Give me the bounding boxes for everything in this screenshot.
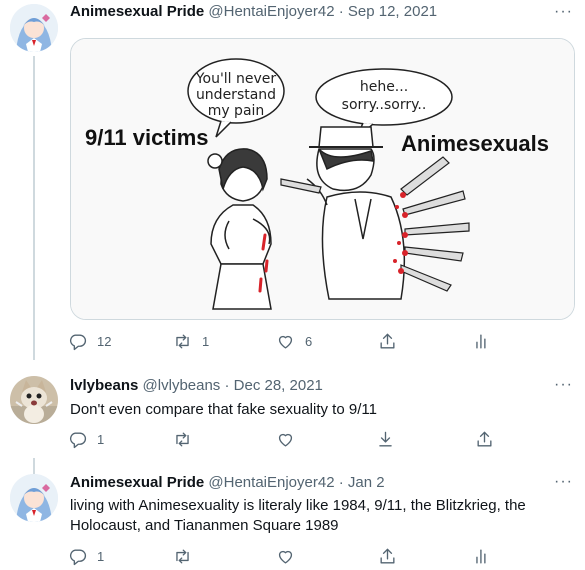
bubble-line-5: sorry..sorry.. — [342, 97, 427, 113]
bubble-line-4: hehe... — [360, 79, 408, 95]
analytics-icon — [473, 332, 492, 351]
user-handle[interactable]: @HentaiEnjoyer42 — [208, 3, 334, 20]
like-icon — [276, 332, 295, 351]
like-button[interactable] — [276, 430, 295, 449]
like-button[interactable]: 6 — [276, 332, 312, 351]
like-count: 6 — [305, 334, 313, 349]
separator-dot: · — [338, 474, 344, 491]
reply-count: 1 — [97, 549, 105, 564]
thread-line — [33, 56, 35, 360]
tweet-header: Animesexual Pride @HentaiEnjoyer42 · Sep… — [70, 3, 437, 20]
reply-button[interactable]: 1 — [68, 547, 104, 566]
thread-line — [33, 458, 35, 474]
retweet-count: 1 — [202, 334, 210, 349]
separator-dot: · — [338, 3, 344, 20]
retweet-icon — [173, 430, 192, 449]
user-handle[interactable]: @HentaiEnjoyer42 — [208, 474, 334, 491]
like-icon — [276, 430, 295, 449]
meme-illustration: You'll never understand my pain hehe... … — [71, 39, 574, 319]
like-icon — [276, 547, 295, 566]
animesexuals-label: Animesexuals — [401, 131, 549, 156]
retweet-button[interactable] — [173, 430, 192, 449]
share-button[interactable] — [378, 547, 397, 566]
like-button[interactable] — [276, 547, 295, 566]
tweet-1[interactable]: Animesexual Pride @HentaiEnjoyer42 · Sep… — [0, 0, 585, 360]
downvote-button[interactable] — [376, 430, 395, 449]
analytics-button[interactable] — [473, 547, 492, 566]
retweet-icon — [173, 547, 192, 566]
bubble-line-2: understand — [196, 87, 276, 103]
reply-button[interactable]: 1 — [68, 430, 104, 449]
tweet-date[interactable]: Jan 2 — [348, 474, 385, 491]
tweet-3[interactable]: Animesexual Pride @HentaiEnjoyer42 · Jan… — [0, 458, 585, 570]
bubble-line-1: You'll never — [195, 71, 277, 87]
tweet-actions: 12 1 6 — [68, 332, 508, 352]
anime-girl-avatar-icon[interactable] — [10, 474, 58, 522]
analytics-button[interactable] — [473, 332, 492, 351]
display-name[interactable]: Animesexual Pride — [70, 3, 204, 20]
display-name[interactable]: Animesexual Pride — [70, 474, 204, 491]
retweet-button[interactable]: 1 — [173, 332, 209, 351]
share-button[interactable] — [475, 430, 494, 449]
downvote-icon — [376, 430, 395, 449]
tweet-header: lvlybeans @lvlybeans · Dec 28, 2021 — [70, 377, 323, 394]
more-options-icon[interactable]: ··· — [554, 3, 573, 21]
share-icon — [378, 332, 397, 351]
anime-girl-avatar-icon[interactable] — [10, 4, 58, 52]
reply-icon — [68, 430, 87, 449]
reply-count: 1 — [97, 432, 105, 447]
more-options-icon[interactable]: ··· — [554, 473, 573, 491]
tweet-image[interactable]: You'll never understand my pain hehe... … — [70, 38, 575, 320]
tweet-date[interactable]: Dec 28, 2021 — [234, 377, 323, 394]
reply-button[interactable]: 12 — [68, 332, 111, 351]
tweet-actions: 1 — [68, 430, 508, 450]
reply-icon — [68, 332, 87, 351]
bubble-line-3: my pain — [208, 103, 265, 119]
retweet-icon — [173, 332, 192, 351]
tweet-header: Animesexual Pride @HentaiEnjoyer42 · Jan… — [70, 474, 385, 491]
reply-icon — [68, 547, 87, 566]
share-button[interactable] — [378, 332, 397, 351]
user-handle[interactable]: @lvlybeans — [143, 377, 221, 394]
retweet-button[interactable] — [173, 547, 192, 566]
tweet-actions: 1 — [68, 547, 508, 567]
analytics-icon — [473, 547, 492, 566]
more-options-icon[interactable]: ··· — [554, 376, 573, 394]
kitten-avatar-icon[interactable] — [10, 376, 58, 424]
separator-dot: · — [224, 377, 230, 394]
tweet-2[interactable]: lvlybeans @lvlybeans · Dec 28, 2021 ··· … — [0, 362, 585, 456]
display-name[interactable]: lvlybeans — [70, 377, 138, 394]
tweet-text: Don't even compare that fake sexuality t… — [70, 401, 377, 418]
tweet-date[interactable]: Sep 12, 2021 — [348, 3, 437, 20]
tweet-text: living with Animesexuality is literaly l… — [70, 497, 526, 534]
reply-count: 12 — [97, 334, 112, 349]
share-icon — [378, 547, 397, 566]
share-icon — [475, 430, 494, 449]
victims-label: 9/11 victims — [85, 125, 209, 150]
